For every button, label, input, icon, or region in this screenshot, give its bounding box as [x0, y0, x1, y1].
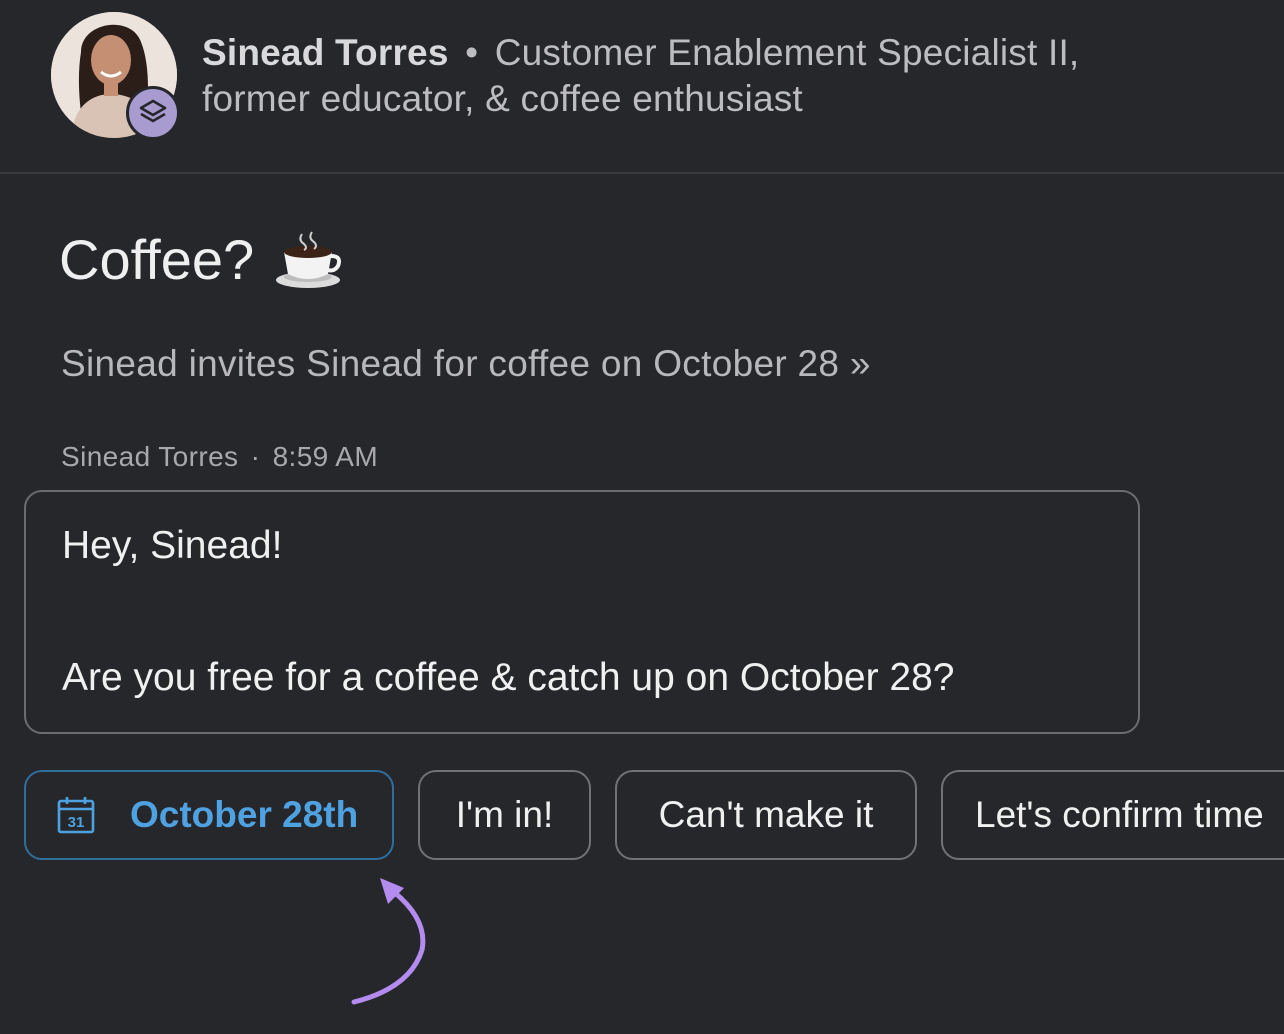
quick-reply-chips: 31 October 28th I'm in! Can't make it Le… [0, 770, 1284, 862]
cant-make-it-chip[interactable]: Can't make it [615, 770, 917, 860]
messaging-screen: Sinead Torres • Customer Enablement Spec… [0, 0, 1284, 1034]
header-profile-text: Sinead Torres • Customer Enablement Spec… [202, 30, 1262, 122]
message-sender[interactable]: Sinead Torres [61, 441, 238, 472]
calendar-icon: 31 [56, 795, 96, 835]
header-separator: • [465, 32, 479, 73]
conversation-title-text: Coffee? [59, 228, 255, 291]
profile-name[interactable]: Sinead Torres [202, 32, 449, 73]
conversation-title: Coffee? [59, 224, 342, 296]
profile-headline-line1: Customer Enablement Specialist II, [494, 32, 1080, 73]
confirm-time-chip[interactable]: Let's confirm time [941, 770, 1284, 860]
curved-arrow-annotation-icon [340, 870, 440, 1015]
im-in-chip[interactable]: I'm in! [418, 770, 591, 860]
message-body: Are you free for a coffee & catch up on … [62, 656, 955, 699]
message-time: 8:59 AM [272, 441, 379, 472]
calendar-icon-day: 31 [68, 814, 85, 831]
message-bubble: Hey, Sinead! Are you free for a coffee &… [24, 490, 1140, 734]
add-to-calendar-chip[interactable]: 31 October 28th [24, 770, 394, 860]
date-chip-label: October 28th [130, 794, 359, 835]
coffee-cup-icon [274, 230, 342, 290]
profile-headline-line2: former educator, & coffee enthusiast [202, 78, 803, 119]
message-meta: Sinead Torres · 8:59 AM [61, 438, 378, 476]
layers-badge-icon [126, 86, 180, 140]
event-invite-link[interactable]: Sinead invites Sinead for coffee on Octo… [61, 340, 871, 388]
conversation-header: Sinead Torres • Customer Enablement Spec… [0, 0, 1284, 174]
meta-separator: · [250, 441, 261, 472]
message-greeting: Hey, Sinead! [62, 524, 283, 567]
